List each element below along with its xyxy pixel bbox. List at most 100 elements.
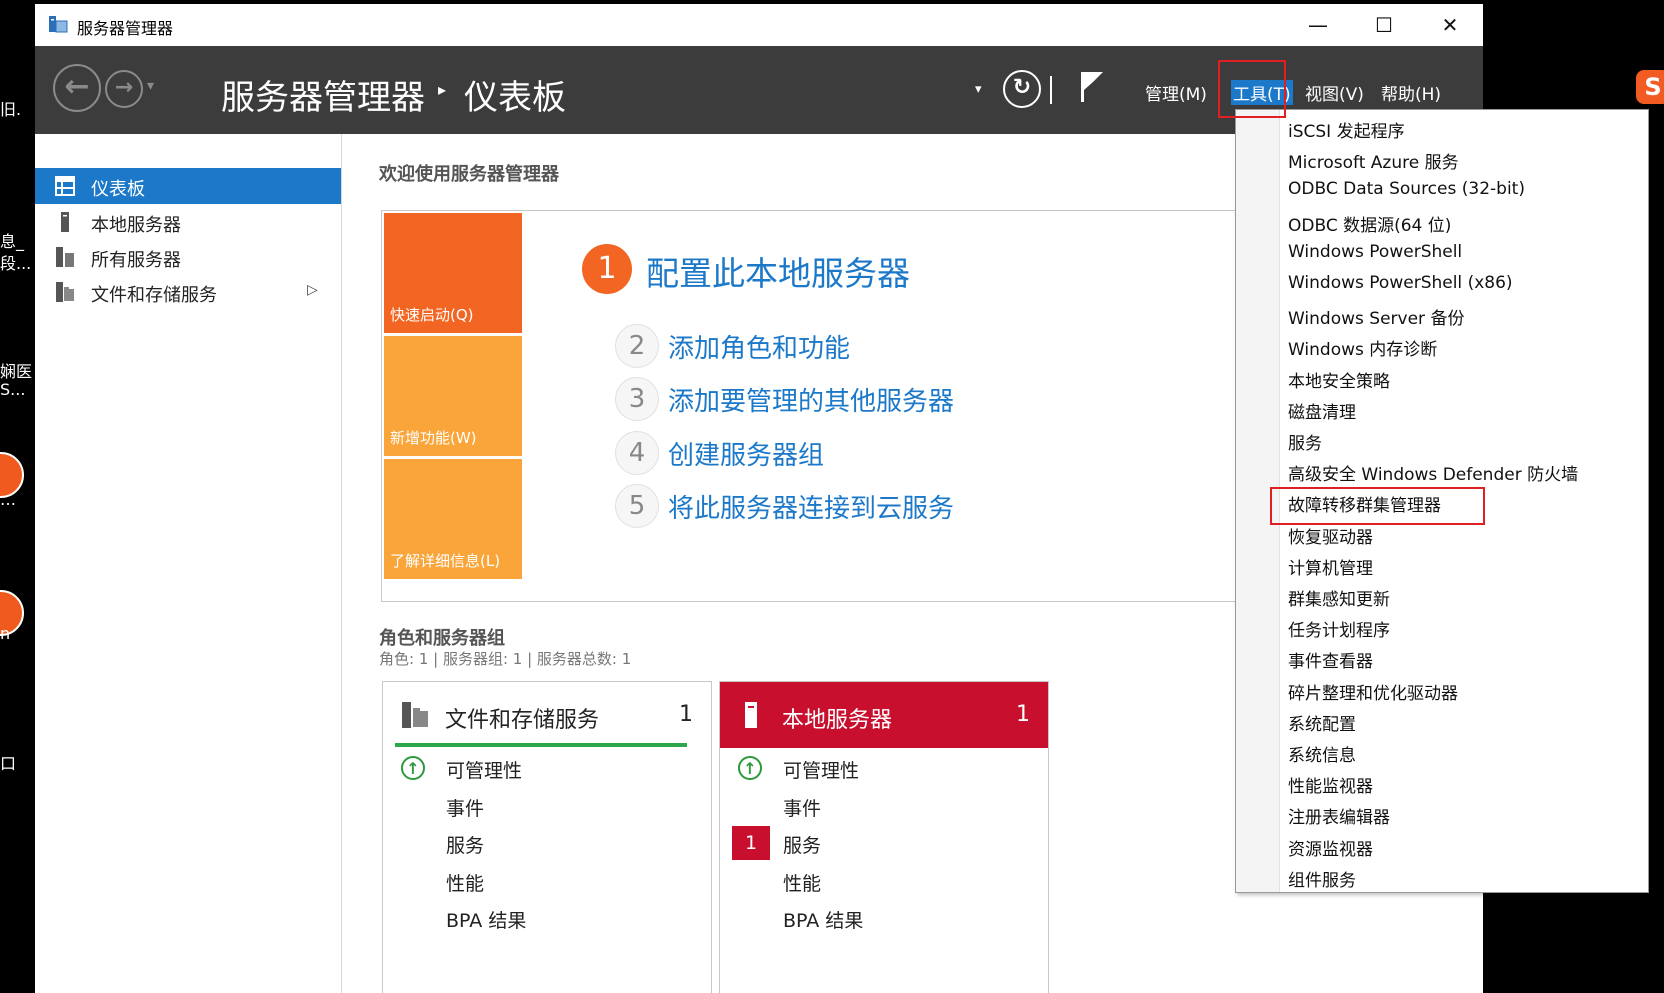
tools-menu-item[interactable]: 事件查看器 — [1288, 647, 1373, 672]
desktop-label: 口 — [0, 754, 17, 773]
sidebar-item-label: 所有服务器 — [91, 250, 181, 271]
breadcrumb-separator-icon: ▸ — [438, 80, 447, 99]
refresh-icon[interactable]: ↻ — [1003, 70, 1041, 108]
service-alert-badge[interactable]: 1 — [732, 826, 770, 860]
tools-menu-item[interactable]: 系统信息 — [1288, 741, 1356, 766]
add-roles-link[interactable]: 添加角色和功能 — [668, 328, 850, 365]
tools-menu-item[interactable]: 资源监视器 — [1288, 835, 1373, 860]
services-row[interactable]: 服务 — [446, 831, 484, 858]
card-header[interactable]: 本地服务器 1 — [720, 682, 1048, 748]
close-button[interactable]: ✕ — [1417, 4, 1483, 46]
tools-menu-item[interactable]: ODBC 数据源(64 位) — [1288, 211, 1451, 236]
roles-summary: 角色: 1 | 服务器组: 1 | 服务器总数: 1 — [379, 650, 632, 668]
roles-section-title: 角色和服务器组 — [379, 628, 505, 649]
card-title: 文件和存储服务 — [445, 708, 600, 733]
sidebar-item-label: 文件和存储服务 — [91, 285, 217, 306]
tile-whats-new[interactable]: 新增功能(W) — [384, 336, 522, 456]
configure-local-server-link[interactable]: 配置此本地服务器 — [646, 247, 910, 295]
tools-menu-item[interactable]: 服务 — [1288, 429, 1322, 454]
file-storage-icon — [402, 702, 428, 728]
sidebar-item-local-server[interactable]: 本地服务器 — [35, 204, 341, 240]
bpa-results-row[interactable]: BPA 结果 — [783, 906, 863, 933]
welcome-title: 欢迎使用服务器管理器 — [379, 164, 559, 185]
tools-menu-item[interactable]: Windows Server 备份 — [1288, 304, 1464, 329]
breadcrumb-root: 服务器管理器 — [221, 78, 425, 118]
add-servers-link[interactable]: 添加要管理的其他服务器 — [668, 381, 954, 418]
tools-menu-item[interactable]: 系统配置 — [1288, 710, 1356, 735]
tile-label: 新增功能(W) — [390, 429, 477, 447]
sidebar-item-dashboard[interactable]: 仪表板 — [35, 168, 341, 204]
card-count: 1 — [1016, 702, 1030, 727]
role-card-local-server[interactable]: 本地服务器 1 ↑ 可管理性 事件 1 服务 性能 BPA 结果 — [719, 681, 1049, 993]
desktop-label: S... — [0, 380, 26, 399]
server-manager-app-icon — [49, 16, 68, 33]
tools-menu-item[interactable]: 高级安全 Windows Defender 防火墙 — [1288, 460, 1578, 485]
tools-menu-item[interactable]: 注册表编辑器 — [1288, 803, 1390, 828]
desktop-label: … — [0, 490, 16, 509]
dropdown-arrow-icon[interactable]: ▾ — [975, 82, 982, 97]
up-arrow-ok-icon: ↑ — [401, 756, 425, 780]
role-card-file-storage[interactable]: 文件和存储服务 1 ↑ 可管理性 事件 服务 性能 BPA 结果 — [382, 681, 712, 993]
back-arrow-icon[interactable]: ← — [53, 64, 101, 112]
performance-row[interactable]: 性能 — [783, 869, 821, 896]
menu-help[interactable]: 帮助(H) — [1381, 80, 1441, 105]
tools-menu-item[interactable]: 本地安全策略 — [1288, 367, 1390, 392]
tools-menu-item[interactable]: Windows PowerShell (x86) — [1288, 273, 1513, 293]
desktop-label: n — [0, 624, 11, 643]
tile-learn-more[interactable]: 了解详细信息(L) — [384, 459, 522, 579]
tools-menu-item[interactable]: 计算机管理 — [1288, 554, 1373, 579]
history-dropdown-icon[interactable]: ▾ — [147, 78, 154, 94]
notifications-flag-icon[interactable] — [1079, 70, 1105, 104]
status-bar — [395, 743, 687, 747]
performance-row[interactable]: 性能 — [446, 869, 484, 896]
tools-menu-item[interactable]: Microsoft Azure 服务 — [1288, 148, 1459, 173]
tools-menu-item[interactable]: ODBC Data Sources (32-bit) — [1288, 179, 1525, 199]
step-number: 3 — [615, 377, 659, 421]
maximize-button[interactable]: ☐ — [1351, 4, 1417, 46]
sogou-input-icon[interactable]: S — [1636, 70, 1664, 104]
dashboard-grid-icon — [55, 176, 75, 196]
breadcrumb-page: 仪表板 — [464, 78, 566, 118]
title-bar: 服务器管理器 — ☐ ✕ — [35, 4, 1483, 46]
card-title: 本地服务器 — [782, 708, 893, 733]
tools-menu-item[interactable]: 性能监视器 — [1288, 772, 1373, 797]
menu-view[interactable]: 视图(V) — [1305, 80, 1364, 105]
tools-menu-item[interactable]: iSCSI 发起程序 — [1288, 117, 1405, 142]
connect-cloud-link[interactable]: 将此服务器连接到云服务 — [668, 488, 954, 525]
window-title: 服务器管理器 — [77, 19, 174, 38]
step-number: 5 — [615, 484, 659, 528]
minimize-button[interactable]: — — [1285, 4, 1351, 46]
server-icon — [61, 212, 69, 232]
tools-menu-item[interactable]: Windows 内存诊断 — [1288, 335, 1437, 360]
sidebar-item-all-servers[interactable]: 所有服务器 — [35, 239, 341, 275]
events-row[interactable]: 事件 — [446, 794, 484, 821]
forward-arrow-icon[interactable]: → — [105, 70, 143, 108]
create-server-group-link[interactable]: 创建服务器组 — [668, 435, 824, 472]
bpa-results-row[interactable]: BPA 结果 — [446, 906, 526, 933]
manageability-row[interactable]: 可管理性 — [446, 756, 522, 783]
tools-menu-item[interactable]: 组件服务 — [1288, 866, 1356, 891]
menu-manage[interactable]: 管理(M) — [1145, 80, 1207, 105]
servers-icon — [56, 247, 74, 267]
tools-menu-item[interactable]: 碎片整理和优化驱动器 — [1288, 679, 1458, 704]
events-row[interactable]: 事件 — [783, 794, 821, 821]
manageability-row[interactable]: 可管理性 — [783, 756, 859, 783]
tools-menu-item[interactable]: 群集感知更新 — [1288, 585, 1390, 610]
up-arrow-ok-icon: ↑ — [738, 756, 762, 780]
highlight-box-failover-cluster — [1270, 487, 1485, 525]
card-header[interactable]: 文件和存储服务 1 — [383, 682, 711, 748]
step-number-badge: 1 — [582, 244, 632, 294]
tile-quick-start[interactable]: 快速启动(Q) — [384, 213, 522, 333]
tools-menu-item[interactable]: 任务计划程序 — [1288, 616, 1390, 641]
file-storage-icon — [56, 282, 74, 302]
server-icon — [745, 702, 757, 728]
toolbar-divider — [1050, 76, 1052, 104]
sidebar-item-file-storage[interactable]: 文件和存储服务 ▷ — [35, 274, 341, 310]
desktop-label: 段... — [0, 254, 32, 273]
sidebar-item-label: 仪表板 — [91, 179, 145, 200]
tools-menu-item[interactable]: Windows PowerShell — [1288, 242, 1462, 262]
tools-menu-item[interactable]: 恢复驱动器 — [1288, 523, 1373, 548]
services-row[interactable]: 服务 — [783, 831, 821, 858]
expand-arrow-icon[interactable]: ▷ — [307, 282, 318, 298]
tools-menu-item[interactable]: 磁盘清理 — [1288, 398, 1356, 423]
